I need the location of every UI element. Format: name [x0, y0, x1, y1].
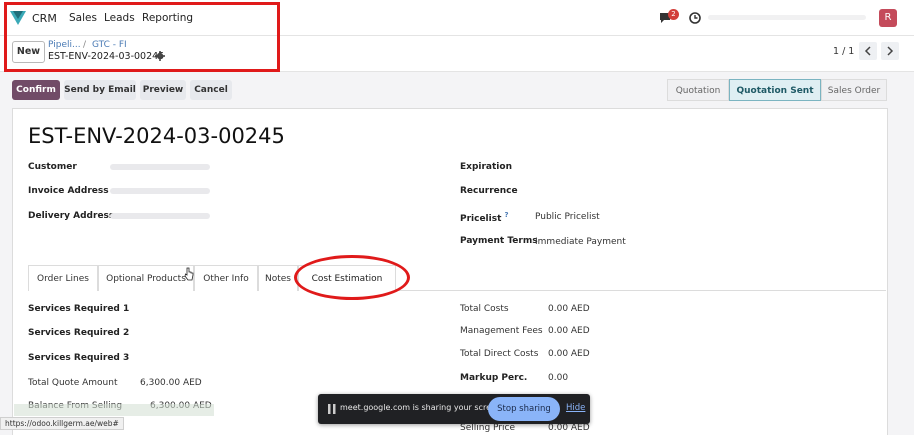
- tab-notes[interactable]: Notes: [258, 265, 298, 291]
- markup-perc-label: Markup Perc.: [460, 373, 528, 383]
- selling-price-label: Selling Price: [460, 423, 515, 433]
- stop-sharing-button[interactable]: Stop sharing: [488, 397, 560, 421]
- customer-value-redacted[interactable]: [110, 164, 210, 170]
- markup-perc-value[interactable]: 0.00: [548, 373, 568, 383]
- invoice-address-value-redacted[interactable]: [110, 188, 210, 194]
- status-url-tooltip: https://odoo.killgerm.ae/web#: [0, 417, 124, 430]
- invoice-address-label: Invoice Address: [28, 186, 109, 196]
- total-costs-value: 0.00 AED: [548, 304, 590, 314]
- pricelist-label: Pricelist ?: [460, 211, 509, 224]
- services-required-2-label: Services Required 2: [28, 328, 130, 338]
- status-bar: Quotation Quotation Sent Sales Order: [667, 79, 887, 101]
- hand-cursor-icon: [184, 267, 194, 281]
- selling-price-value: 0.00 AED: [548, 423, 590, 433]
- payment-terms-label: Payment Terms: [460, 236, 538, 246]
- chevron-left-icon: [864, 46, 871, 56]
- management-fees-value: 0.00 AED: [548, 326, 590, 336]
- pager-value[interactable]: 1 / 1: [833, 46, 854, 57]
- pause-icon: [328, 404, 336, 414]
- screen-share-bar: meet.google.com is sharing your screen. …: [318, 394, 590, 424]
- cancel-button[interactable]: Cancel: [190, 80, 232, 100]
- hide-share-bar-link[interactable]: Hide: [566, 403, 585, 413]
- chat-badge: 2: [668, 9, 679, 20]
- total-quote-amount-value: 6,300.00 AED: [140, 378, 202, 388]
- notebook-tabs: Order Lines Optional Products Other Info…: [28, 265, 886, 291]
- services-required-3-label: Services Required 3: [28, 353, 130, 363]
- confirm-button[interactable]: Confirm: [12, 80, 60, 100]
- pricelist-value[interactable]: Public Pricelist: [535, 212, 600, 222]
- user-avatar[interactable]: R: [879, 9, 897, 27]
- payment-terms-value[interactable]: Immediate Payment: [535, 237, 626, 247]
- chevron-right-icon: [887, 46, 894, 56]
- total-costs-label: Total Costs: [460, 304, 509, 314]
- status-quotation-sent[interactable]: Quotation Sent: [729, 79, 821, 101]
- tab-optional-products[interactable]: Optional Products: [98, 265, 194, 291]
- total-quote-amount-label: Total Quote Amount: [28, 378, 118, 388]
- annotation-highlight-ellipse: [294, 255, 410, 300]
- pricelist-help-icon[interactable]: ?: [505, 211, 509, 219]
- total-direct-costs-label: Total Direct Costs: [460, 349, 539, 359]
- screen-share-message: meet.google.com is sharing your screen.: [340, 403, 504, 412]
- pager-previous-button[interactable]: [859, 42, 877, 60]
- tab-other-info[interactable]: Other Info: [194, 265, 258, 291]
- clock-icon[interactable]: [689, 12, 701, 24]
- customer-label: Customer: [28, 162, 77, 172]
- send-by-email-button[interactable]: Send by Email: [64, 80, 136, 100]
- faded-notification: [14, 404, 214, 416]
- tab-order-lines[interactable]: Order Lines: [28, 265, 98, 291]
- pager-next-button[interactable]: [881, 42, 899, 60]
- total-direct-costs-value: 0.00 AED: [548, 349, 590, 359]
- preview-button[interactable]: Preview: [140, 80, 186, 100]
- delivery-address-value-redacted[interactable]: [110, 213, 210, 219]
- annotation-highlight-box: [4, 2, 280, 72]
- company-name-redacted: [708, 15, 866, 20]
- status-sales-order[interactable]: Sales Order: [821, 79, 887, 101]
- expiration-label: Expiration: [460, 162, 512, 172]
- recurrence-label: Recurrence: [460, 186, 518, 196]
- page-title: EST-ENV-2024-03-00245: [28, 124, 285, 148]
- status-quotation[interactable]: Quotation: [667, 79, 729, 101]
- services-required-1-label: Services Required 1: [28, 304, 130, 314]
- management-fees-label: Management Fees: [460, 326, 543, 336]
- delivery-address-label: Delivery Address: [28, 211, 115, 221]
